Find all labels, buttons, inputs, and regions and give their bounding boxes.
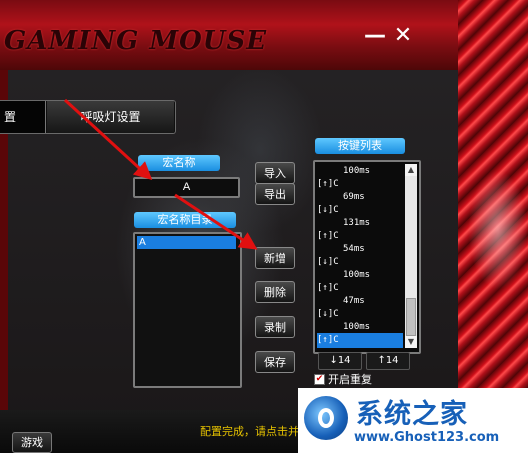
scroll-thumb[interactable] — [406, 298, 416, 336]
macro-name-input[interactable] — [133, 177, 240, 198]
key-up-count: ↑14 — [366, 352, 410, 370]
watermark-logo: 系统之家 www.Ghost123.com — [298, 388, 528, 453]
import-button[interactable]: 导入 — [255, 162, 295, 184]
macro-name-label: 宏名称 — [138, 155, 220, 171]
watermark-url: www.Ghost123.com — [354, 430, 500, 445]
settings-tabbar: 置 呼吸灯设置 — [0, 100, 176, 134]
watermark-globe-icon — [304, 396, 348, 440]
game-button[interactable]: 游戏 — [12, 432, 52, 453]
tab-previous-settings[interactable]: 置 — [0, 101, 46, 133]
list-item[interactable]: A — [137, 236, 236, 249]
key-list-label: 按键列表 — [315, 138, 405, 154]
macro-directory-label: 宏名称目录 — [134, 212, 236, 228]
delete-button[interactable]: 删除 — [255, 281, 295, 303]
macro-settings-window: GAMING MOUSE — ✕ 置 呼吸灯设置 宏名称 宏名称目录 A 导入 … — [0, 0, 528, 453]
title-bar: GAMING MOUSE — ✕ — [0, 0, 528, 70]
scroll-down-icon[interactable]: ▼ — [405, 336, 417, 348]
add-button[interactable]: 新增 — [255, 247, 295, 269]
export-button[interactable]: 导出 — [255, 183, 295, 205]
watermark-title: 系统之家 — [356, 399, 468, 430]
save-button[interactable]: 保存 — [255, 351, 295, 373]
decorative-glow — [468, 170, 528, 290]
macro-directory-list[interactable]: A — [133, 232, 242, 388]
key-list[interactable]: 100ms [↑]C 69ms [↓]C 131ms [↑]C 54ms [↓]C 100ms[… — [313, 160, 421, 354]
key-list-item[interactable]: [↑]C — [317, 333, 403, 348]
decorative-red-panel — [458, 0, 528, 453]
tab-breathing-light[interactable]: 呼吸灯设置 — [47, 101, 174, 133]
close-button[interactable]: ✕ — [392, 25, 414, 47]
repeat-label: 开启重复 — [328, 373, 372, 386]
status-message: 配置完成，请点击并 — [200, 425, 299, 438]
key-down-count: ↓14 — [318, 352, 362, 370]
scroll-up-icon[interactable]: ▲ — [405, 164, 417, 176]
repeat-toggle[interactable]: ✔ 开启重复 — [314, 372, 372, 386]
record-button[interactable]: 录制 — [255, 316, 295, 338]
minimize-button[interactable]: — — [364, 25, 386, 47]
key-list-scrollbar[interactable]: ▲ ▼ — [405, 164, 417, 348]
app-logo-text: GAMING MOUSE — [4, 26, 268, 56]
repeat-checkbox[interactable]: ✔ — [314, 373, 325, 385]
